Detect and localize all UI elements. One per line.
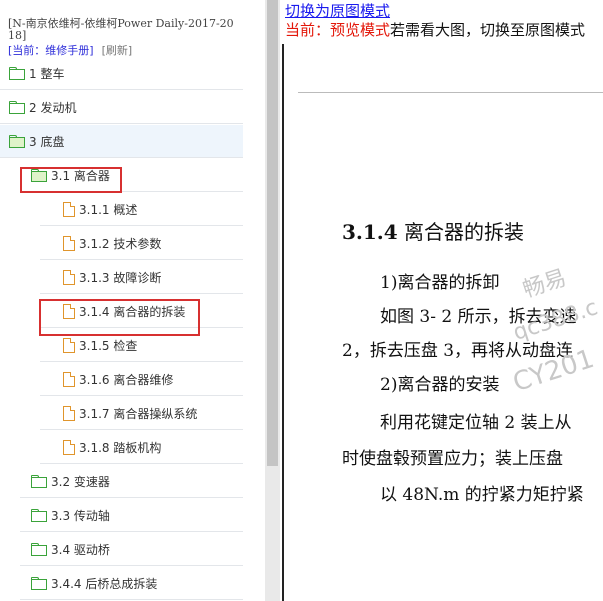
tree-item-1[interactable]: 1 整车	[0, 57, 243, 90]
document-icon	[63, 235, 75, 251]
preview-mode-status: 当前：预览模式若需看大图，切换至原图模式	[285, 19, 585, 40]
tree-item-label: 1 整车	[29, 66, 65, 81]
tree-item-label: 3.4.4 后桥总成拆装	[51, 576, 158, 591]
tree-item-label: 3.4 驱动桥	[51, 542, 110, 557]
tree-item-3[interactable]: 3 底盘	[0, 125, 243, 158]
section-heading: 3.1.4 离合器的拆装	[342, 216, 524, 245]
tree-item-3-1-1[interactable]: 3.1.1 概述	[40, 193, 243, 226]
tree-item-label: 3.2 变速器	[51, 474, 110, 489]
body-line: 2)离合器的安装	[380, 375, 500, 395]
folder-icon	[31, 543, 47, 556]
document-icon	[63, 439, 75, 455]
frame-divider	[282, 44, 284, 601]
document-icon	[63, 337, 75, 353]
tree-item-label: 3.1.8 踏板机构	[79, 440, 162, 455]
tree-item-3-4[interactable]: 3.4 驱动桥	[20, 533, 243, 566]
page-header-rule	[298, 92, 603, 93]
scrollbar-thumb[interactable]	[267, 0, 278, 466]
body-line: 时使盘毂预置应力；装上压盘	[342, 449, 563, 469]
section-number: 3.1.4	[342, 220, 398, 244]
highlight-box-disassembly	[39, 299, 200, 336]
tree-panel: [N-南京依维柯-依维柯Power Daily-2017-2018] [当前：维…	[0, 0, 265, 601]
tree-item-3-1-3[interactable]: 3.1.3 故障诊断	[40, 261, 243, 294]
folder-icon	[9, 101, 25, 114]
watermark-text: 畅易	[519, 265, 570, 304]
folder-icon	[31, 475, 47, 488]
mode-hint-text: 若需看大图，切换至原图模式	[390, 21, 586, 39]
folder-icon	[9, 67, 25, 80]
current-manual-label[interactable]: [当前：维修手册]	[8, 44, 94, 57]
document-icon	[63, 371, 75, 387]
tree-item-3-1-6[interactable]: 3.1.6 离合器维修	[40, 363, 243, 396]
switch-original-mode-link[interactable]: 切换为原图模式	[285, 0, 390, 21]
refresh-link[interactable]: [刷新]	[102, 44, 133, 57]
folder-open-icon	[9, 135, 25, 148]
tree-item-label: 3.1.3 故障诊断	[79, 270, 162, 285]
body-line: 以 48N.m 的拧紧力矩拧紧	[380, 485, 584, 505]
tree-item-label: 3.1.5 检查	[79, 338, 138, 353]
folder-icon	[31, 577, 47, 590]
section-title-text: 离合器的拆装	[404, 220, 525, 244]
current-preview-mode-label: 当前：预览模式	[285, 21, 391, 39]
tree-item-3-1-2[interactable]: 3.1.2 技术参数	[40, 227, 243, 260]
scrollbar[interactable]	[265, 0, 280, 601]
document-page-preview: 3.1.4 离合器的拆装 1)离合器的拆卸 如图 3- 2 所示，拆去变速 2，…	[298, 44, 603, 601]
tree-item-3-1-8[interactable]: 3.1.8 踏板机构	[40, 431, 243, 464]
body-line: 2，拆去压盘 3，再将从动盘连	[342, 341, 574, 361]
tree-item-label: 3 底盘	[29, 134, 65, 149]
tree-item-label: 3.3 传动轴	[51, 508, 110, 523]
tree-item-3-2[interactable]: 3.2 变速器	[20, 465, 243, 498]
body-line: 利用花键定位轴 2 装上从	[380, 413, 572, 433]
body-line: 1)离合器的拆卸	[380, 273, 500, 293]
tree-item-3-3[interactable]: 3.3 传动轴	[20, 499, 243, 532]
document-title: [N-南京依维柯-依维柯Power Daily-2017-2018]	[8, 17, 234, 42]
tree-item-label: 2 发动机	[29, 100, 77, 115]
document-icon	[63, 201, 75, 217]
body-line: 如图 3- 2 所示，拆去变速	[380, 307, 577, 327]
highlight-box-clutch	[20, 167, 122, 193]
tree-item-label: 3.1.7 离合器操纵系统	[79, 406, 198, 421]
tree-item-label: 3.1.2 技术参数	[79, 236, 162, 251]
tree-item-3-4-4[interactable]: 3.4.4 后桥总成拆装	[20, 567, 243, 600]
document-icon	[63, 269, 75, 285]
document-icon	[63, 405, 75, 421]
mode-line: [当前：维修手册] [刷新]	[8, 42, 132, 58]
tree-item-2[interactable]: 2 发动机	[0, 91, 243, 124]
folder-icon	[31, 509, 47, 522]
tree-item-label: 3.1.1 概述	[79, 202, 138, 217]
tree-item-label: 3.1.6 离合器维修	[79, 372, 174, 387]
tree-item-3-1-7[interactable]: 3.1.7 离合器操纵系统	[40, 397, 243, 430]
